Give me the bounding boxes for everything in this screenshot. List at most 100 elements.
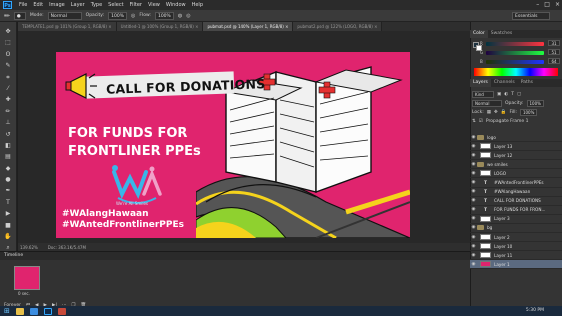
propagate-checkbox[interactable]: ☑ [479, 119, 483, 124]
filter-type-icon[interactable]: T [511, 92, 514, 97]
gradient-tool-icon[interactable]: ▤ [4, 153, 13, 161]
mode-select[interactable]: Normal [47, 11, 82, 20]
healing-tool-icon[interactable]: ✚ [4, 96, 13, 104]
tab-layers[interactable]: Layers [470, 79, 491, 87]
menu-image[interactable]: Image [46, 2, 68, 8]
frame-delay[interactable]: 0 sec. [18, 291, 30, 296]
layer-name[interactable]: CALL FOR DONATIONS [494, 198, 541, 203]
eyedropper-tool-icon[interactable]: ⁄ [4, 85, 13, 93]
taskbar-app-icon[interactable] [57, 307, 66, 315]
visibility-eye-icon[interactable]: ◉ [470, 235, 477, 240]
blue-slider[interactable] [486, 60, 544, 64]
layer-row[interactable]: ◉ T FOR FUNDS FOR FRON... [470, 206, 562, 215]
layer-row[interactable]: ◉ Layer 3 [470, 215, 562, 224]
timeline-frame-1[interactable] [14, 266, 40, 290]
zoom-level[interactable]: 139.62% [20, 245, 38, 250]
taskbar-photoshop-icon[interactable] [43, 307, 52, 315]
fill-input[interactable]: 100% [519, 109, 538, 116]
doc-size[interactable]: Doc: 363.1K/5.47M [48, 245, 86, 250]
menu-view[interactable]: View [145, 2, 163, 8]
tab-paths[interactable]: Paths [518, 79, 536, 87]
layer-row[interactable]: ◉ Layer 2 [470, 233, 562, 243]
layer-name[interactable]: we smiles [487, 162, 508, 167]
layer-row[interactable]: ◉ logo [470, 133, 562, 143]
crop-tool-icon[interactable]: ⌗ [4, 74, 13, 82]
visibility-eye-icon[interactable]: ◉ [470, 162, 477, 167]
tab-pubmat2[interactable]: pubmat2.psd @ 122% (LOGO, RGB/8) × [293, 22, 383, 31]
blur-tool-icon[interactable]: ◆ [4, 165, 13, 173]
brush-tool-icon[interactable]: ✏ [4, 108, 13, 116]
menu-file[interactable]: File [16, 2, 30, 8]
filter-shape-icon[interactable]: ▢ [517, 92, 521, 97]
eraser-tool-icon[interactable]: ◧ [4, 142, 13, 150]
pressure-size-icon[interactable]: ◎ [186, 13, 190, 19]
taskbar-browser-icon[interactable] [29, 307, 38, 315]
red-slider[interactable] [486, 42, 544, 46]
layer-row[interactable]: ◉ Layer 1 [470, 260, 562, 270]
visibility-eye-icon[interactable]: ◉ [470, 253, 477, 258]
flow-input[interactable]: 100% [154, 11, 174, 20]
layer-row[interactable]: ◉ LOGO [470, 169, 562, 179]
tab-template1[interactable]: TEMPLATE1.psd @ 101% (Group 1, RGB/8) × [18, 22, 117, 31]
layer-name[interactable]: Layer 13 [494, 144, 512, 149]
dodge-tool-icon[interactable]: ● [4, 176, 13, 184]
green-slider[interactable] [486, 51, 544, 55]
layer-filter-kind[interactable]: Kind [472, 91, 494, 98]
layer-row[interactable]: ◉ T #WAlangHawaan [470, 188, 562, 197]
path-select-tool-icon[interactable]: ▶ [4, 210, 13, 218]
poster-artwork[interactable]: CALL FOR DONATIONS FOR FUNDS FOR FRONTLI… [56, 52, 410, 238]
layer-row[interactable]: ◉ T CALL FOR DONATIONS [470, 197, 562, 206]
layer-row[interactable]: ◉ Layer 12 [470, 151, 562, 161]
clone-stamp-tool-icon[interactable]: ⊥ [4, 119, 13, 127]
layer-name[interactable]: LOGO [494, 171, 506, 176]
visibility-eye-icon[interactable]: ◉ [470, 135, 477, 140]
layer-name[interactable]: Layer 11 [494, 253, 512, 258]
layer-name[interactable]: Layer 2 [494, 235, 510, 240]
menu-select[interactable]: Select [105, 2, 126, 8]
layer-name[interactable]: bg [487, 225, 492, 230]
visibility-eye-icon[interactable]: ◉ [470, 153, 477, 158]
opacity-input[interactable]: 100% [108, 11, 128, 20]
menu-edit[interactable]: Edit [30, 2, 46, 8]
filter-adjust-icon[interactable]: ◐ [504, 92, 508, 97]
layer-name[interactable]: FOR FUNDS FOR FRON... [494, 207, 545, 212]
color-spectrum[interactable] [474, 68, 558, 76]
workspace-select[interactable]: Essentials [512, 12, 550, 20]
filter-pixel-icon[interactable]: ▣ [497, 92, 501, 97]
brush-preset-icon[interactable]: ✏ [4, 12, 10, 20]
visibility-eye-icon[interactable]: ◉ [470, 207, 477, 212]
layer-row[interactable]: ◉ T #WAntedFrontlinerPPEs [470, 178, 562, 188]
layer-name[interactable]: Layer 1 [494, 262, 510, 267]
lock-all-icon[interactable]: 🔒 [501, 110, 507, 115]
pressure-opacity-icon[interactable]: ◎ [131, 13, 135, 19]
move-tool-icon[interactable]: ✥ [4, 28, 13, 36]
lock-position-icon[interactable]: ✥ [494, 110, 498, 115]
windows-start-icon[interactable]: ⊞ [4, 307, 10, 315]
visibility-eye-icon[interactable]: ◉ [470, 171, 477, 176]
layer-row[interactable]: ◉ Layer 11 [470, 251, 562, 261]
layer-row[interactable]: ◉ Layer 13 [470, 142, 562, 152]
layer-name[interactable]: logo [487, 135, 496, 140]
layer-name[interactable]: Layer 12 [494, 153, 512, 158]
green-value[interactable]: 51 [548, 49, 560, 55]
menu-layer[interactable]: Layer [68, 2, 88, 8]
minimize-icon[interactable]: – [536, 1, 539, 8]
history-brush-tool-icon[interactable]: ↺ [4, 131, 13, 139]
menu-filter[interactable]: Filter [127, 2, 145, 8]
blue-value[interactable]: 64 [548, 58, 560, 64]
airbrush-icon[interactable]: ◍ [178, 13, 182, 19]
menu-window[interactable]: Window [163, 2, 189, 8]
visibility-eye-icon[interactable]: ◉ [470, 180, 477, 185]
layer-name[interactable]: Layer 3 [494, 216, 510, 221]
layer-row[interactable]: ◉ bg [470, 224, 562, 234]
tab-swatches[interactable]: Swatches [488, 30, 516, 38]
menu-type[interactable]: Type [88, 2, 105, 8]
menu-help[interactable]: Help [189, 2, 206, 8]
layer-opacity-input[interactable]: 100% [526, 100, 544, 107]
layer-name[interactable]: Layer 10 [494, 244, 512, 249]
layer-name[interactable]: #WAlangHawaan [494, 189, 530, 194]
visibility-eye-icon[interactable]: ◉ [470, 262, 477, 267]
blend-mode-select[interactable]: Normal [472, 100, 502, 107]
unify-icons[interactable]: ⇅ [472, 119, 476, 124]
tab-pubmat[interactable]: pubmat.psd @ 140% (Layer 1, RGB/8) × [203, 22, 294, 31]
